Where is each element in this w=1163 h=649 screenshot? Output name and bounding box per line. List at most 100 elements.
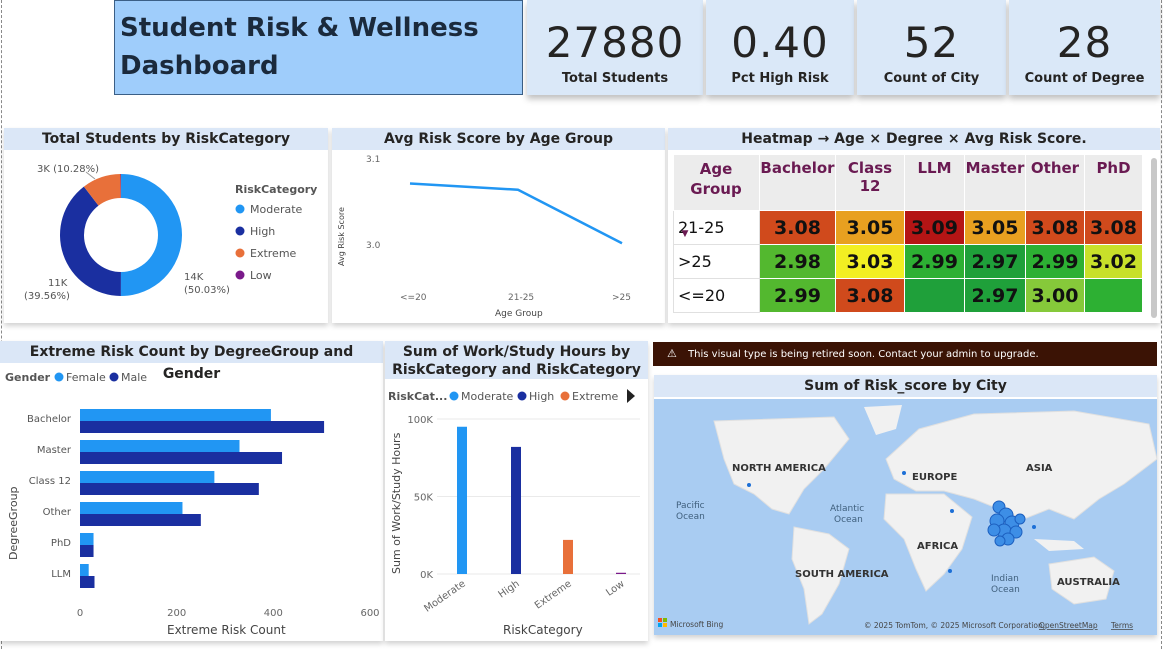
heatmap-cell[interactable]: 2.98 xyxy=(759,244,836,279)
heatmap-cell[interactable] xyxy=(1084,278,1143,313)
line-series[interactable] xyxy=(409,182,623,245)
heatmap-cell[interactable] xyxy=(904,278,965,313)
legend-label: Low xyxy=(250,269,272,282)
heatmap-col-header[interactable]: Master xyxy=(964,154,1026,211)
heatmap-cell[interactable]: 3.09 xyxy=(904,210,965,245)
hbar-bar-male[interactable] xyxy=(80,576,95,588)
map-terms-link[interactable]: Terms xyxy=(1110,621,1133,630)
hbar-bar-male[interactable] xyxy=(80,452,283,464)
city-bubble[interactable] xyxy=(1032,525,1036,529)
hbar-bar-male[interactable] xyxy=(80,483,259,495)
kpi-count-of-city[interactable]: 52 Count of City xyxy=(857,0,1006,95)
hbar-bar-female[interactable] xyxy=(80,564,89,576)
donut-legend-item-low[interactable]: Low xyxy=(235,269,272,282)
city-bubble[interactable] xyxy=(902,471,906,475)
city-bubble[interactable] xyxy=(987,523,1001,537)
heatmap-cell[interactable]: 3.00 xyxy=(1025,278,1085,313)
hbar-y-axis-label: DegreeGroup xyxy=(7,486,20,560)
hbar-bar-female[interactable] xyxy=(80,440,240,452)
heatmap-scrollbar[interactable] xyxy=(1151,158,1157,318)
column-bar-high[interactable] xyxy=(511,446,521,574)
sort-descending-icon[interactable]: ▼ xyxy=(682,229,689,239)
heatmap-row-label[interactable]: >25 xyxy=(673,244,760,279)
deprecation-warning-bar: ⚠ This visual type is being retired soon… xyxy=(653,342,1157,366)
line-y-tick: 3.1 xyxy=(366,155,380,165)
donut-chart-svg: 3K (10.28%) 11K (39.56%) 14K (50.03%) Ri… xyxy=(24,164,317,302)
hbar-legend-item-female[interactable]: Female xyxy=(54,371,107,384)
donut-label-extreme: 3K (10.28%) xyxy=(37,164,99,175)
column-bar-moderate[interactable] xyxy=(457,426,467,574)
hbar-legend-item-male[interactable]: Male xyxy=(109,371,148,384)
hbar-y-tick: Class 12 xyxy=(29,476,71,487)
heatmap-cell[interactable]: 3.03 xyxy=(835,244,905,279)
heatmap-cell[interactable]: 2.99 xyxy=(1025,244,1085,279)
column-legend-item-high[interactable]: High xyxy=(517,390,555,403)
hbar-chart-card[interactable]: Extreme Risk Count by DegreeGroup and Ge… xyxy=(0,341,383,641)
map-label: NORTH AMERICA xyxy=(732,463,826,474)
kpi-total-students[interactable]: 27880 Total Students xyxy=(527,0,703,95)
heatmap-col-header[interactable]: PhD xyxy=(1084,154,1143,211)
hbar-bar-female[interactable] xyxy=(80,471,215,483)
donut-label-moderate-2: (50.03%) xyxy=(184,285,230,296)
hbar-bar-female[interactable] xyxy=(80,502,183,514)
hbar-bar-female[interactable] xyxy=(80,409,271,421)
column-bar-low[interactable] xyxy=(616,572,626,574)
hbar-bar-male[interactable] xyxy=(80,421,325,433)
column-chart-card[interactable]: Sum of Work/Study Hours by RiskCategory … xyxy=(385,341,648,641)
heatmap-cell[interactable]: 3.08 xyxy=(835,278,905,313)
column-legend-title: RiskCat... xyxy=(388,390,447,403)
donut-slice-high[interactable] xyxy=(60,186,121,296)
heatmap-cell[interactable]: 2.99 xyxy=(759,278,836,313)
heatmap-cell[interactable]: 3.08 xyxy=(759,210,836,245)
heatmap-cell[interactable]: 3.02 xyxy=(1084,244,1143,279)
donut-legend-item-moderate[interactable]: Moderate xyxy=(235,203,303,216)
column-legend-item-extreme[interactable]: Extreme xyxy=(560,390,619,403)
legend-next-icon[interactable] xyxy=(627,389,635,403)
heatmap-col-header[interactable]: Class 12 xyxy=(835,154,905,211)
heatmap-cell[interactable]: 2.97 xyxy=(964,244,1026,279)
kpi-count-of-degree[interactable]: 28 Count of Degree xyxy=(1009,0,1160,95)
hbar-bar-male[interactable] xyxy=(80,545,94,557)
hbar-bar-female[interactable] xyxy=(80,533,94,545)
heatmap-corner-header[interactable]: Age Group ▼ xyxy=(673,154,760,239)
heatmap-cell[interactable]: 3.05 xyxy=(835,210,905,245)
heatmap-col-header[interactable]: Other xyxy=(1025,154,1085,211)
column-bar-extreme[interactable] xyxy=(563,539,573,574)
map-osm-link[interactable]: OpenStreetMap xyxy=(1039,621,1098,630)
map-label: ASIA xyxy=(1026,463,1053,474)
map-area[interactable]: NORTH AMERICA EUROPE ASIA Pacific Ocean … xyxy=(654,399,1157,635)
dashboard-title-box: Student Risk & Wellness Dashboard xyxy=(114,0,523,95)
line-chart-card[interactable]: Avg Risk Score by Age Group 3.1 3.0 Avg … xyxy=(332,128,665,323)
donut-legend-item-high[interactable]: High xyxy=(235,225,276,238)
city-bubble[interactable] xyxy=(747,483,751,487)
donut-legend-item-extreme[interactable]: Extreme xyxy=(235,247,297,260)
kpi-label: Count of City xyxy=(883,71,980,86)
kpi-pct-high-risk[interactable]: 0.40 Pct High Risk xyxy=(706,0,854,95)
city-bubble[interactable] xyxy=(994,535,1006,547)
heatmap-col-header[interactable]: Bachelor xyxy=(759,154,836,211)
heatmap-row-label[interactable]: <=20 xyxy=(673,278,760,313)
kpi-label: Pct High Risk xyxy=(731,71,829,86)
heatmap-row-label[interactable]: 21-25 xyxy=(673,210,760,245)
heatmap-cell[interactable]: 3.08 xyxy=(1025,210,1085,245)
city-bubble[interactable] xyxy=(1014,513,1026,525)
map-label: Atlantic xyxy=(830,504,864,514)
donut-label-moderate-1: 14K xyxy=(184,272,204,283)
heatmap-col-header[interactable]: LLM xyxy=(904,154,965,211)
column-legend-item-moderate[interactable]: Moderate xyxy=(449,390,514,403)
kpi-value: 52 xyxy=(903,18,960,67)
city-bubble[interactable] xyxy=(948,569,952,573)
heatmap-card[interactable]: Heatmap → Age × Degree × Avg Risk Score.… xyxy=(668,128,1160,323)
map-label: Ocean xyxy=(834,515,863,525)
heatmap-cell[interactable]: 3.05 xyxy=(964,210,1026,245)
column-y-tick: 0K xyxy=(420,570,433,581)
donut-chart-card[interactable]: Total Students by RiskCategory 3K (10.28… xyxy=(4,128,328,323)
map-card[interactable]: Sum of Risk_score by City NORTH AMERICA … xyxy=(654,375,1157,635)
heatmap-title: Heatmap → Age × Degree × Avg Risk Score. xyxy=(668,128,1160,150)
heatmap-cell[interactable]: 2.97 xyxy=(964,278,1026,313)
city-bubble[interactable] xyxy=(950,509,954,513)
heatmap-cell[interactable]: 2.99 xyxy=(904,244,965,279)
heatmap-cell[interactable]: 3.08 xyxy=(1084,210,1143,245)
hbar-bar-male[interactable] xyxy=(80,514,201,526)
donut-slice-moderate[interactable] xyxy=(120,174,183,296)
